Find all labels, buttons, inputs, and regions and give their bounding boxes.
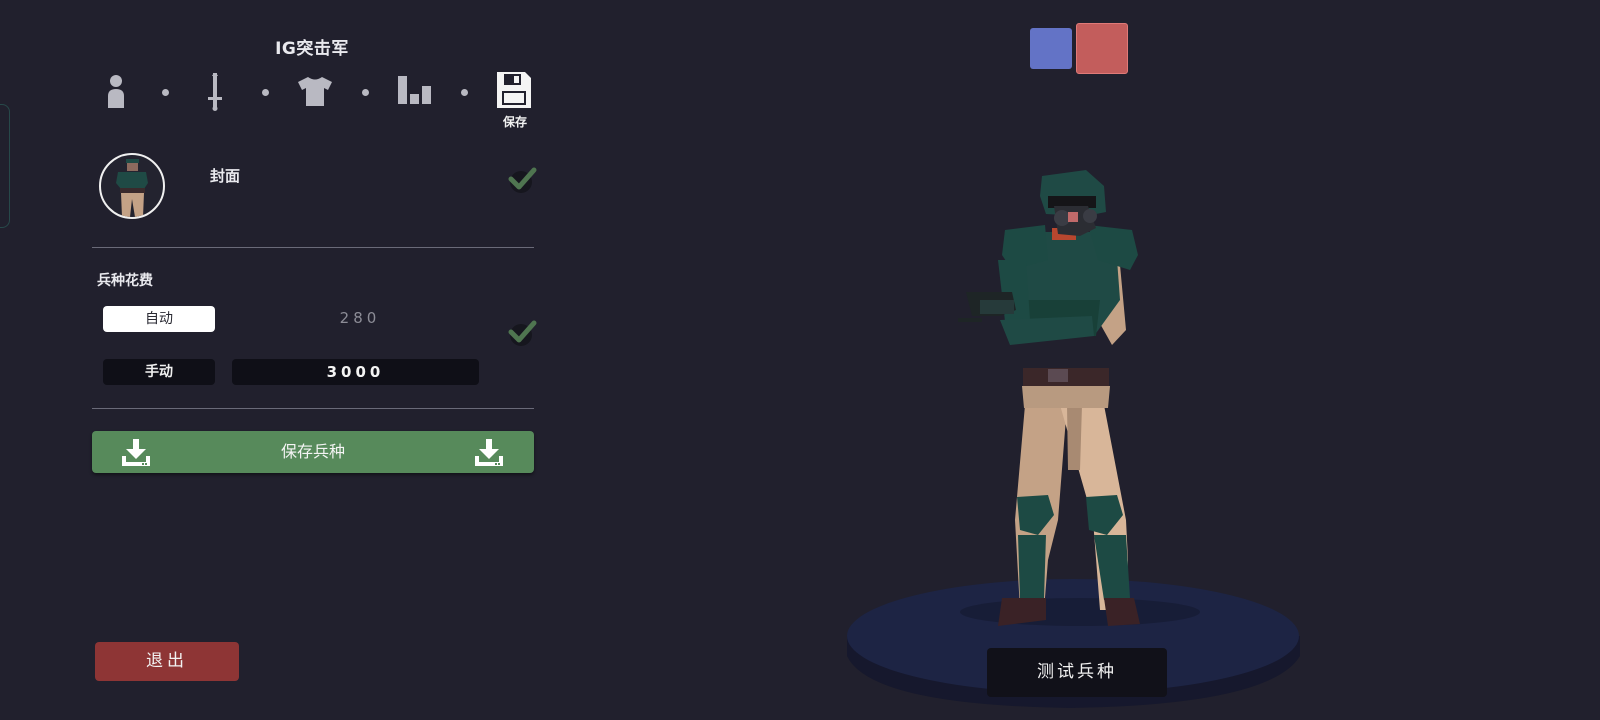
floppy-disk-icon[interactable] bbox=[497, 72, 531, 112]
save-unit-button[interactable]: 保存兵种 bbox=[92, 431, 534, 473]
save-step-label: 保存 bbox=[502, 115, 527, 129]
manual-cost-input[interactable]: 3000 bbox=[232, 359, 479, 385]
download-icon bbox=[475, 439, 503, 471]
cover-portrait[interactable] bbox=[99, 153, 165, 219]
cover-check-icon[interactable] bbox=[504, 164, 538, 194]
auto-cost-button[interactable]: 自动 bbox=[103, 306, 215, 332]
team-red-button[interactable] bbox=[1076, 23, 1128, 74]
exit-button[interactable]: 退出 bbox=[95, 642, 239, 681]
cost-check-icon[interactable] bbox=[504, 317, 538, 347]
manual-cost-button[interactable]: 手动 bbox=[103, 359, 215, 385]
editor-steps bbox=[0, 70, 560, 130]
step-separator bbox=[162, 89, 169, 96]
unit-preview-scene[interactable] bbox=[800, 140, 1320, 710]
auto-cost-value: 280 bbox=[339, 309, 381, 327]
bar-chart-icon[interactable] bbox=[398, 76, 432, 108]
unit-title: IG突击军 bbox=[275, 39, 349, 59]
person-icon[interactable] bbox=[106, 74, 126, 112]
cost-heading: 兵种花费 bbox=[97, 273, 153, 289]
test-unit-button[interactable]: 测试兵种 bbox=[987, 648, 1167, 697]
step-separator bbox=[362, 89, 369, 96]
team-blue-button[interactable] bbox=[1030, 28, 1072, 69]
divider bbox=[92, 408, 534, 409]
cover-label: 封面 bbox=[210, 167, 241, 185]
sword-icon[interactable] bbox=[207, 71, 223, 115]
save-unit-label: 保存兵种 bbox=[280, 442, 345, 461]
step-separator bbox=[262, 89, 269, 96]
shirt-icon[interactable] bbox=[297, 76, 333, 110]
divider bbox=[92, 247, 534, 248]
step-separator bbox=[461, 89, 468, 96]
